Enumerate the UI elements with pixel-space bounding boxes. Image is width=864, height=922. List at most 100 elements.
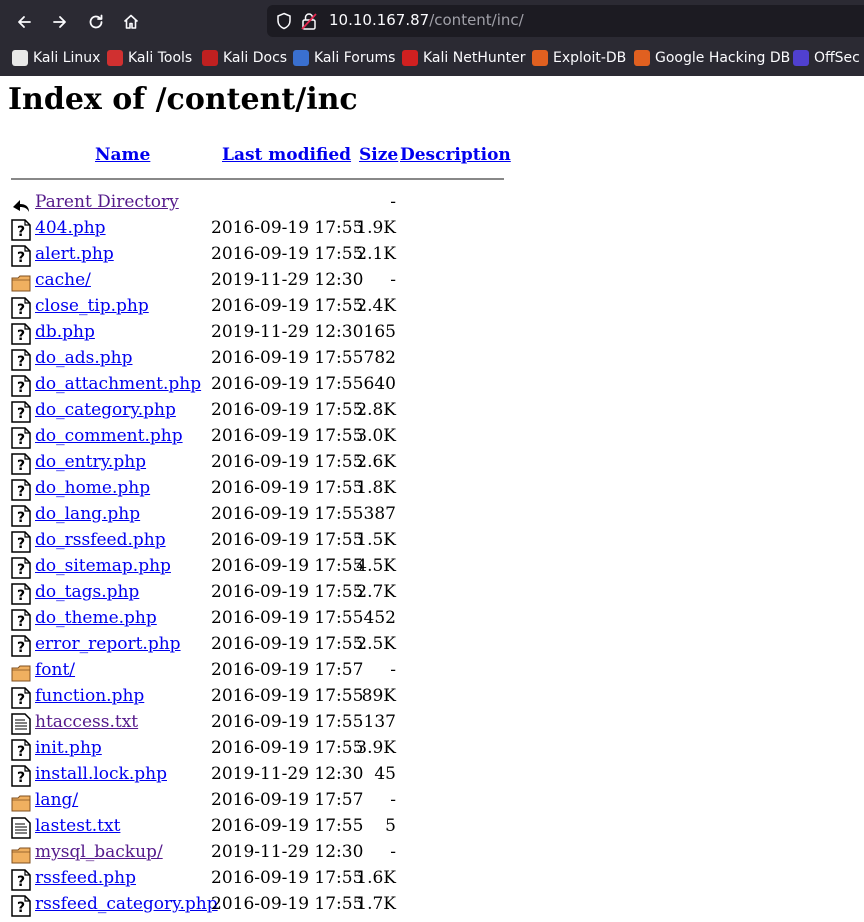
file-row: ? do_home.php 2016-09-19 17:55 1.8K xyxy=(0,476,560,502)
file-link[interactable]: do_tags.php xyxy=(35,582,139,602)
file-date: 2016-09-19 17:55 xyxy=(211,400,364,420)
file-link[interactable]: rssfeed_category.php xyxy=(35,894,218,914)
file-date: 2016-09-19 17:55 xyxy=(211,634,364,654)
file-row: ? do_comment.php 2016-09-19 17:55 3.0K xyxy=(0,424,560,450)
bookmark-item[interactable]: Exploit-DB xyxy=(532,48,626,68)
file-size: 1.9K xyxy=(356,218,396,238)
file-size: 45 xyxy=(374,764,396,784)
file-link[interactable]: db.php xyxy=(35,322,95,342)
unknown-file-icon: ? xyxy=(11,323,31,345)
unknown-file-icon: ? xyxy=(11,479,31,501)
svg-text:?: ? xyxy=(17,458,25,474)
file-date: 2016-09-19 17:55 xyxy=(211,608,364,628)
file-size: 1.8K xyxy=(356,478,396,498)
home-button[interactable] xyxy=(118,9,144,35)
reload-button[interactable] xyxy=(83,9,109,35)
bookmark-label: Exploit-DB xyxy=(553,50,627,66)
text-file-icon xyxy=(11,817,31,839)
file-link[interactable]: rssfeed.php xyxy=(35,868,136,888)
file-link[interactable]: lang/ xyxy=(35,790,78,810)
back-button[interactable] xyxy=(11,9,37,35)
file-date: 2016-09-19 17:55 xyxy=(211,374,364,394)
file-row: ? do_tags.php 2016-09-19 17:55 2.7K xyxy=(0,580,560,606)
file-link[interactable]: 404.php xyxy=(35,218,106,238)
shield-icon[interactable] xyxy=(275,12,293,30)
file-size: - xyxy=(390,842,396,862)
unknown-file-icon: ? xyxy=(11,635,31,657)
file-row: ? 404.php 2016-09-19 17:55 1.9K xyxy=(0,216,560,242)
file-size: 2.8K xyxy=(356,400,396,420)
file-link[interactable]: error_report.php xyxy=(35,634,181,654)
bookmark-item[interactable]: Kali NetHunter xyxy=(402,48,525,68)
bookmark-item[interactable]: Kali Linux xyxy=(12,48,100,68)
insecure-lock-icon[interactable] xyxy=(301,12,317,30)
file-row: font/2016-09-19 17:57 - xyxy=(0,658,560,684)
file-date: 2019-11-29 12:30 xyxy=(211,322,364,342)
file-link[interactable]: font/ xyxy=(35,660,75,680)
file-link[interactable]: do_entry.php xyxy=(35,452,146,472)
svg-text:?: ? xyxy=(17,484,25,500)
svg-text:?: ? xyxy=(17,510,25,526)
file-date: 2019-11-29 12:30 xyxy=(211,270,364,290)
bookmark-label: Kali Forums xyxy=(314,50,396,66)
file-link[interactable]: do_ads.php xyxy=(35,348,132,368)
column-header-description[interactable]: Description xyxy=(400,145,511,165)
unknown-file-icon: ? xyxy=(11,739,31,761)
column-header-name[interactable]: Name xyxy=(95,145,150,165)
file-date: 2016-09-19 17:55 xyxy=(211,816,364,836)
file-link[interactable]: do_category.php xyxy=(35,400,176,420)
file-date: 2016-09-19 17:55 xyxy=(211,478,364,498)
svg-text:?: ? xyxy=(17,744,25,760)
forward-button[interactable] xyxy=(47,9,73,35)
file-link[interactable]: cache/ xyxy=(35,270,91,290)
page-title: Index of /content/inc xyxy=(8,82,358,117)
file-link[interactable]: do_comment.php xyxy=(35,426,183,446)
url-bar[interactable]: 10.10.167.87/content/inc/ xyxy=(267,5,864,37)
unknown-file-icon: ? xyxy=(11,765,31,787)
svg-text:?: ? xyxy=(17,614,25,630)
file-date: 2016-09-19 17:55 xyxy=(211,218,364,238)
svg-text:?: ? xyxy=(17,250,25,266)
file-link[interactable]: do_sitemap.php xyxy=(35,556,171,576)
file-size: 1.5K xyxy=(356,530,396,550)
file-size: 640 xyxy=(363,374,396,394)
file-link[interactable]: close_tip.php xyxy=(35,296,149,316)
file-link[interactable]: htaccess.txt xyxy=(35,712,138,732)
bookmarks-toolbar: Kali Linux Kali Tools Kali Docs Kali Forums… xyxy=(0,42,864,74)
file-date: 2016-09-19 17:55 xyxy=(211,686,364,706)
bookmark-item[interactable]: OffSec xyxy=(793,48,860,68)
file-link[interactable]: do_home.php xyxy=(35,478,150,498)
file-link[interactable]: mysql_backup/ xyxy=(35,842,163,862)
file-link[interactable]: alert.php xyxy=(35,244,114,264)
file-link[interactable]: do_theme.php xyxy=(35,608,157,628)
file-link[interactable]: lastest.txt xyxy=(35,816,120,836)
bookmark-label: Kali Docs xyxy=(223,50,288,66)
file-link[interactable]: install.lock.php xyxy=(35,764,167,784)
file-link[interactable]: do_lang.php xyxy=(35,504,140,524)
svg-text:?: ? xyxy=(17,900,25,916)
unknown-file-icon: ? xyxy=(11,869,31,891)
file-date: 2016-09-19 17:55 xyxy=(211,582,364,602)
file-row: ? do_rssfeed.php 2016-09-19 17:55 1.5K xyxy=(0,528,560,554)
bookmark-favicon-icon xyxy=(12,50,28,66)
bookmark-item[interactable]: Google Hacking DB xyxy=(634,48,790,68)
file-link[interactable]: do_attachment.php xyxy=(35,374,201,394)
folder-icon xyxy=(11,791,31,813)
bookmark-item[interactable]: Kali Tools xyxy=(107,48,192,68)
file-row: ? rssfeed_category.php 2016-09-19 17:55 1.7… xyxy=(0,892,560,918)
url-text[interactable]: 10.10.167.87/content/inc/ xyxy=(329,11,524,29)
folder-icon xyxy=(11,661,31,683)
column-header-last-modified[interactable]: Last modified xyxy=(222,145,351,165)
bookmark-item[interactable]: Kali Forums xyxy=(293,48,395,68)
svg-text:?: ? xyxy=(17,588,25,604)
file-date: 2016-09-19 17:55 xyxy=(211,738,364,758)
file-size: 137 xyxy=(363,712,396,732)
parent-directory-link[interactable]: Parent Directory xyxy=(35,192,179,212)
svg-text:?: ? xyxy=(17,406,25,422)
file-link[interactable]: do_rssfeed.php xyxy=(35,530,166,550)
bookmark-item[interactable]: Kali Docs xyxy=(202,48,287,68)
column-header-size[interactable]: Size xyxy=(359,145,398,165)
file-link[interactable]: function.php xyxy=(35,686,144,706)
home-icon xyxy=(123,14,139,29)
file-link[interactable]: init.php xyxy=(35,738,102,758)
